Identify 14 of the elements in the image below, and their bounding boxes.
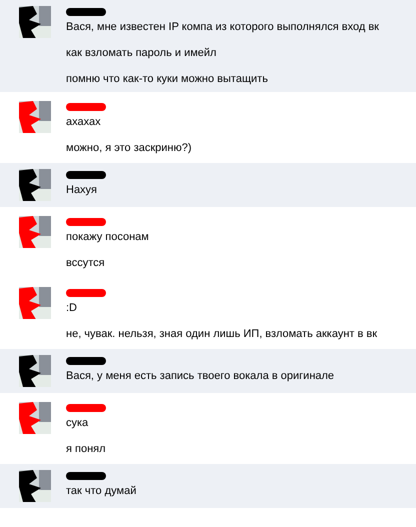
message-text: :D: [66, 301, 78, 315]
message-text: помню что как-то куки можно вытащить: [66, 72, 269, 86]
message-text: покажу посонам: [66, 230, 149, 244]
message-text: как взломать пароль и имейл: [66, 46, 218, 60]
message-text: вссутся: [66, 256, 106, 270]
message-text: можно, я это заскриню?): [66, 141, 192, 155]
message-text: Вася, мне известен IP компа из которого выполнялся вход вк: [66, 20, 379, 34]
message-text: не, чувак. нельзя, зная один лишь ИП, взломать аккаунт в вк: [66, 327, 378, 341]
message-text: сука: [66, 416, 90, 430]
message-text: я понял: [66, 442, 106, 456]
message-text: Вася, у меня есть запись твоего вокала в оригинале: [66, 369, 334, 383]
message-text: ахахах: [66, 115, 102, 129]
message-text: Нахуя: [66, 183, 98, 197]
message-text: так что думай: [66, 484, 136, 498]
